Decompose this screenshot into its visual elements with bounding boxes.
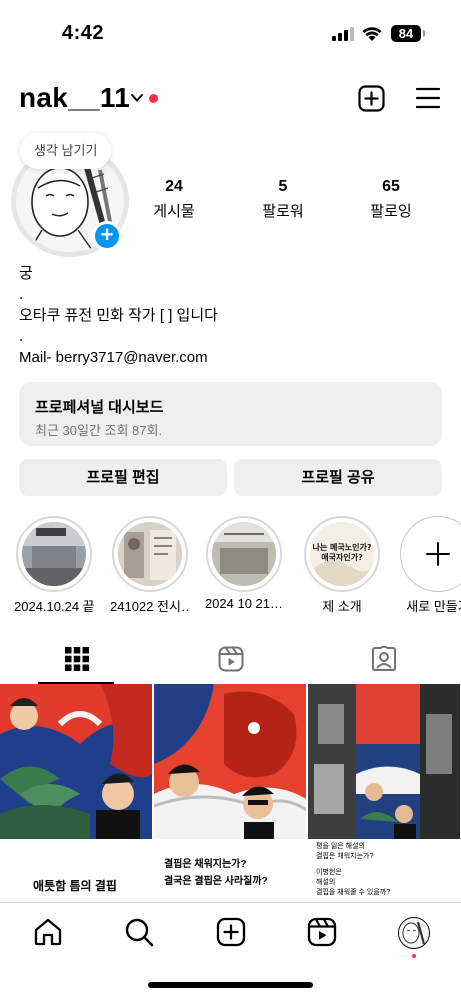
post-art: [154, 684, 306, 839]
grid-icon: [65, 647, 89, 671]
highlight-ring: [16, 516, 92, 592]
note-bubble[interactable]: 생각 남기기: [20, 133, 112, 169]
post-art: [308, 684, 460, 839]
post-caption-line: 결핍은 채워지는가?: [164, 859, 247, 870]
plus-icon: [426, 542, 450, 566]
highlight-label: 241022 전시…: [110, 599, 190, 614]
highlight-cover: [22, 522, 86, 586]
post-caption-line: 해설의: [316, 879, 336, 886]
post-caption-line: 결국은 결핍은 사라질까?: [164, 876, 268, 887]
stat-posts-label: 게시물: [153, 203, 195, 220]
post-caption-line: 애틋함 틈의 결핍: [33, 879, 117, 893]
stat-following-count: 65: [382, 178, 400, 195]
bio-line: 오타쿠 퓨전 민화 작가 [ ] 입니다: [19, 307, 218, 324]
highlight-label: 2024 10 21…: [204, 596, 284, 611]
stat-posts[interactable]: 24 게시물: [129, 178, 219, 221]
highlight-label: 새로 만들기: [406, 599, 461, 614]
post-caption: 결핍은 채워지는가? 결국은 결핍은 사라질까?: [154, 839, 306, 902]
wifi-icon: [362, 27, 382, 41]
chevron-down-icon[interactable]: [130, 92, 144, 104]
highlight-cover: 나는 메국노인가? 애국자인가?: [310, 522, 374, 586]
bio: 궁 . 오타쿠 퓨전 민화 작가 [ ] 입니다 . Mail- berry37…: [19, 263, 439, 368]
svg-text:애국자인가?: 애국자인가?: [321, 552, 363, 562]
profile-avatar[interactable]: [398, 917, 430, 949]
tab-reels[interactable]: [154, 636, 308, 684]
username[interactable]: nak__11: [19, 82, 130, 114]
search-icon[interactable]: [124, 917, 154, 947]
highlight-item[interactable]: 2024.10.24 끝: [14, 516, 94, 615]
profile-header: nak__11: [0, 76, 461, 122]
stat-followers-count: 5: [278, 178, 288, 195]
status-bar: 4:42 84: [0, 0, 461, 66]
highlight-item[interactable]: 241022 전시…: [110, 516, 190, 615]
stat-following-label: 팔로잉: [370, 203, 412, 220]
plus-square-icon[interactable]: [358, 85, 385, 112]
tab-grid[interactable]: [0, 636, 154, 684]
stat-posts-count: 24: [165, 178, 183, 195]
dashboard-title: 프로페셔널 대시보드: [35, 399, 164, 416]
stat-following[interactable]: 65 팔로잉: [346, 178, 436, 221]
post-thumbnail[interactable]: 평을 잃은 해설의 결핍은 채워지는가? 이병헌은 해설의 결핍을 채워줄 수 …: [308, 684, 460, 902]
post-caption-line: 평을 잃은 해설의: [316, 843, 365, 850]
tagged-icon: [372, 646, 396, 671]
post-caption-line: 결핍을 채워줄 수 있을까?: [316, 889, 391, 896]
highlight-item[interactable]: 2024 10 21…: [204, 516, 284, 611]
bio-line: .: [19, 286, 24, 303]
home-icon[interactable]: [33, 917, 63, 947]
professional-dashboard[interactable]: 프로페셔널 대시보드 최근 30일간 조회 87회.: [19, 382, 442, 446]
notification-dot: [149, 94, 158, 103]
new-highlight-ring: [400, 516, 461, 592]
post-caption-line: 이병헌은: [316, 869, 342, 876]
share-profile-button[interactable]: 프로필 공유: [234, 459, 442, 496]
bio-line: 궁: [19, 265, 33, 282]
dashboard-subtitle: 최근 30일간 조회 87회.: [35, 423, 163, 438]
tab-tagged[interactable]: [307, 636, 461, 684]
post-thumbnail[interactable]: 애틋함 틈의 결핍: [0, 684, 152, 902]
notification-dot: [412, 954, 416, 958]
highlight-cover: [212, 522, 276, 586]
battery-indicator: 84: [391, 25, 425, 42]
reels-icon[interactable]: [307, 917, 337, 947]
cellular-signal-icon: [332, 27, 354, 41]
bio-email[interactable]: Mail- berry3717@naver.com: [19, 347, 439, 368]
bio-line: .: [19, 328, 24, 345]
new-highlight[interactable]: 새로 만들기: [398, 516, 461, 615]
status-time: 4:42: [62, 22, 105, 44]
profile-tabs: [0, 636, 461, 684]
post-caption: 애틋함 틈의 결핍: [0, 839, 152, 902]
add-story-button[interactable]: +: [92, 221, 122, 251]
highlight-label: 제 소개: [322, 599, 362, 614]
stat-followers-label: 팔로워: [262, 203, 304, 220]
post-caption: 평을 잃은 해설의 결핍은 채워지는가? 이병헌은 해설의 결핍을 채워줄 수 …: [308, 839, 460, 902]
post-grid: 애틋함 틈의 결핍 결핍은 채워지는가? 결국은 결핍은 사라질까? 평을 잃은…: [0, 684, 461, 902]
post-caption-line: 결핍은 채워지는가?: [316, 853, 374, 860]
hamburger-menu-icon[interactable]: [415, 86, 441, 110]
highlight-label: 2024.10.24 끝: [14, 599, 94, 614]
post-thumbnail[interactable]: 결핍은 채워지는가? 결국은 결핍은 사라질까?: [154, 684, 306, 902]
highlight-item[interactable]: 나는 메국노인가? 애국자인가? 제 소개: [302, 516, 382, 615]
highlight-cover: [118, 522, 182, 586]
profile-avatar-drawing: [399, 918, 428, 947]
stat-followers[interactable]: 5 팔로워: [238, 178, 328, 221]
highlight-ring: 나는 메국노인가? 애국자인가?: [304, 516, 380, 592]
create-icon[interactable]: [216, 917, 246, 947]
highlight-ring: [206, 516, 282, 592]
svg-text:나는 메국노인가?: 나는 메국노인가?: [313, 542, 372, 552]
edit-profile-button[interactable]: 프로필 편집: [19, 459, 227, 496]
reels-icon: [218, 646, 244, 672]
home-indicator: [148, 982, 313, 988]
highlight-ring: [112, 516, 188, 592]
post-art: [0, 684, 152, 839]
